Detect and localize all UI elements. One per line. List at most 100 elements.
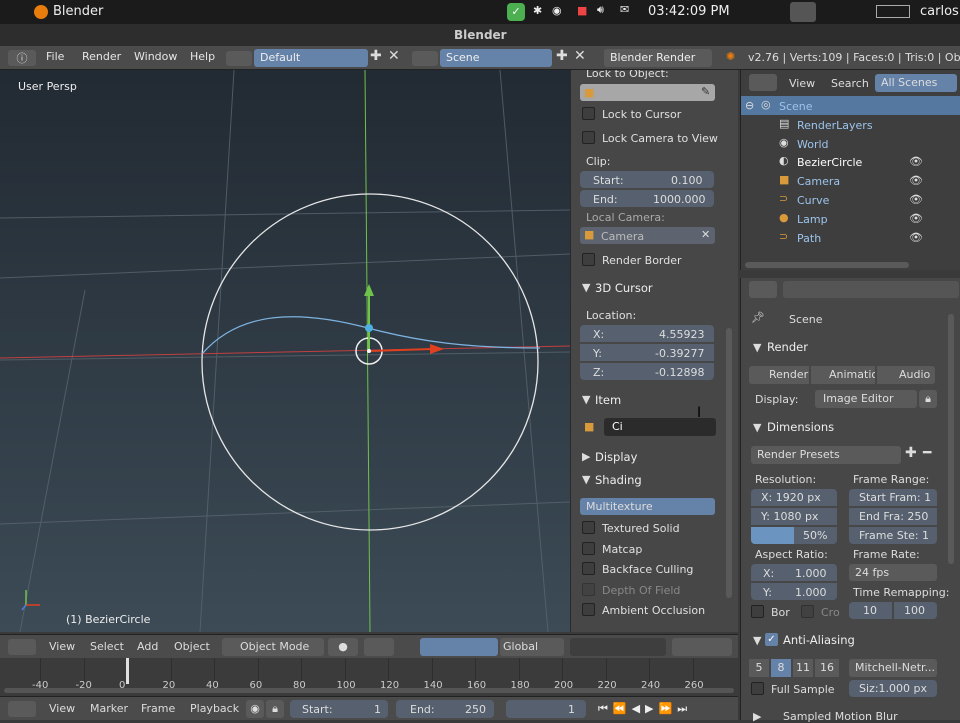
user-name[interactable]: carlos xyxy=(920,4,959,19)
item-panel-header[interactable]: Item xyxy=(595,393,621,407)
network-icon[interactable]: ◉ xyxy=(552,4,562,17)
render-preview-icon[interactable] xyxy=(672,638,732,656)
update-icon[interactable]: ✓ xyxy=(507,3,525,21)
render-button[interactable]: Render xyxy=(749,366,809,384)
orientation-dropdown[interactable]: Global xyxy=(500,638,564,656)
expand-arrow-icon[interactable]: ▼ xyxy=(753,634,761,647)
dimensions-panel-header[interactable]: Dimensions xyxy=(767,420,834,434)
clear-camera-icon[interactable]: ✕ xyxy=(701,228,710,241)
blender-tray-icon[interactable] xyxy=(790,2,816,22)
textured-solid-checkbox[interactable] xyxy=(582,521,595,534)
outliner-item-renderlayers[interactable]: RenderLayers xyxy=(797,119,873,132)
current-frame-indicator[interactable] xyxy=(126,658,129,684)
render-panel-header[interactable]: Render xyxy=(767,340,808,354)
remove-scene-button[interactable]: ✕ xyxy=(574,48,586,64)
timeline-scrollbar[interactable] xyxy=(4,688,734,693)
expand-arrow-icon[interactable]: ▼ xyxy=(582,473,590,486)
add-menu[interactable]: Add xyxy=(137,640,158,653)
aa-samples-16[interactable]: 16 xyxy=(815,659,839,677)
expand-arrow-icon[interactable]: ▼ xyxy=(582,393,590,406)
outliner-item-curve[interactable]: Curve xyxy=(797,194,829,207)
end-frame-field[interactable]: End Fra: 250 xyxy=(849,508,937,525)
ao-checkbox[interactable] xyxy=(582,603,595,616)
start-frame-field[interactable]: Start Fram: 1 xyxy=(849,489,937,506)
outliner[interactable]: View Search All Scenes ⊖ ◎ Scene ▤ Rende… xyxy=(740,70,960,270)
add-preset-button[interactable]: ✚ xyxy=(905,445,917,461)
collapse-icon[interactable]: ⊖ xyxy=(745,99,754,112)
menu-window[interactable]: Window xyxy=(134,50,177,63)
outliner-view-menu[interactable]: View xyxy=(789,77,815,90)
visibility-eye-icon[interactable]: 👁︎ xyxy=(909,231,923,244)
manipulator-toggle[interactable] xyxy=(420,638,498,656)
outliner-hscrollbar[interactable] xyxy=(745,262,909,268)
menu-file[interactable]: File xyxy=(46,50,64,63)
scene-icon[interactable] xyxy=(412,51,438,66)
resolution-y-field[interactable]: Y: 1080 px xyxy=(751,508,837,525)
visibility-eye-icon[interactable]: 👁︎ xyxy=(909,155,923,168)
expand-arrow-icon[interactable]: ▼ xyxy=(582,281,590,294)
expand-arrow-icon[interactable]: ▶ xyxy=(582,450,590,463)
outliner-item-camera[interactable]: Camera xyxy=(797,175,840,188)
playback-menu[interactable]: Playback xyxy=(190,702,239,715)
frame-step-field[interactable]: Frame Ste: 1 xyxy=(849,527,937,544)
lock-object-field[interactable] xyxy=(580,84,715,101)
timeline-editor-icon[interactable] xyxy=(8,701,36,717)
motion-blur-header[interactable]: Sampled Motion Blur xyxy=(783,710,898,723)
mail-icon[interactable]: ✉ xyxy=(620,3,629,16)
render-presets-dropdown[interactable]: Render Presets xyxy=(751,446,901,464)
playback-controls[interactable]: ⏮⏪◀▶⏩⏭ xyxy=(598,700,722,718)
app-menu-label[interactable]: Blender xyxy=(53,4,103,19)
outliner-item-scene[interactable]: Scene xyxy=(779,100,813,113)
shading-panel-header[interactable]: Shading xyxy=(595,473,642,487)
view-menu[interactable]: View xyxy=(49,640,75,653)
clock[interactable]: 03:42:09 PM xyxy=(648,4,730,19)
select-menu[interactable]: Select xyxy=(90,640,124,653)
record-icon[interactable]: ◉ xyxy=(246,700,264,718)
shelf-scrollbar[interactable] xyxy=(726,328,732,598)
eyedropper-icon[interactable]: ✎ xyxy=(701,85,710,98)
pivot-dropdown[interactable] xyxy=(364,638,394,656)
cursor-panel-header[interactable]: 3D Cursor xyxy=(595,281,653,295)
menu-render[interactable]: Render xyxy=(82,50,121,63)
display-dropdown[interactable]: Image Editor xyxy=(815,390,917,408)
full-sample-checkbox[interactable] xyxy=(751,682,764,695)
outliner-row-scene[interactable] xyxy=(741,96,960,115)
lock-camera-checkbox[interactable] xyxy=(582,131,595,144)
display-panel-header[interactable]: Display xyxy=(595,450,637,464)
remap-new-field[interactable]: 100 xyxy=(894,602,937,619)
filter-size-field[interactable]: Siz:1.000 px xyxy=(849,680,937,697)
camera-icon[interactable]: ■ xyxy=(577,4,587,17)
lock-cursor-checkbox[interactable] xyxy=(582,107,595,120)
info-icon[interactable]: ⓘ xyxy=(8,50,36,66)
aa-samples-8[interactable]: 8 xyxy=(771,659,791,677)
render-border-checkbox[interactable] xyxy=(582,253,595,266)
outliner-item-world[interactable]: World xyxy=(797,138,829,151)
animation-button[interactable]: Animatio xyxy=(811,366,875,384)
resolution-percent-slider[interactable]: 50% xyxy=(751,527,837,544)
mode-dropdown[interactable]: Object Mode xyxy=(222,638,324,656)
visibility-eye-icon[interactable]: 👁︎ xyxy=(909,174,923,187)
anti-aliasing-header[interactable]: Anti-Aliasing xyxy=(783,633,855,647)
remove-preset-button[interactable]: ━ xyxy=(923,445,931,461)
fps-dropdown[interactable]: 24 fps xyxy=(849,564,937,581)
3d-viewport[interactable]: User Persp (1) BezierCircle xyxy=(0,70,570,632)
shading-mode-dropdown[interactable]: Multitexture xyxy=(580,498,715,515)
properties-editor-icon[interactable] xyxy=(749,281,777,298)
frame-menu[interactable]: Frame xyxy=(141,702,175,715)
timeline[interactable]: -40 -20 0 20 40 60 80 100 120 140 160 180 200 220 240 2… xyxy=(0,658,738,696)
properties-shelf[interactable]: Lock to Object: ■ ✎ Lock to Cursor Lock … xyxy=(570,70,738,632)
outliner-item-lamp[interactable]: Lamp xyxy=(797,213,828,226)
layout-icon[interactable] xyxy=(226,51,252,66)
properties-scrollbar[interactable] xyxy=(948,314,954,564)
timeline-view-menu[interactable]: View xyxy=(49,702,75,715)
expand-arrow-icon[interactable]: ▶ xyxy=(753,710,761,723)
window-list-icon[interactable] xyxy=(876,5,910,18)
lock-icon[interactable]: 🔒︎ xyxy=(919,390,937,408)
pin-icon[interactable]: 📌︎ xyxy=(751,311,765,324)
visibility-eye-icon[interactable]: 👁︎ xyxy=(909,193,923,206)
expand-arrow-icon[interactable]: ▼ xyxy=(753,341,761,354)
object-menu[interactable]: Object xyxy=(174,640,210,653)
outliner-editor-icon[interactable] xyxy=(749,74,777,91)
crop-checkbox[interactable] xyxy=(801,605,814,618)
visibility-eye-icon[interactable]: 👁︎ xyxy=(909,212,923,225)
